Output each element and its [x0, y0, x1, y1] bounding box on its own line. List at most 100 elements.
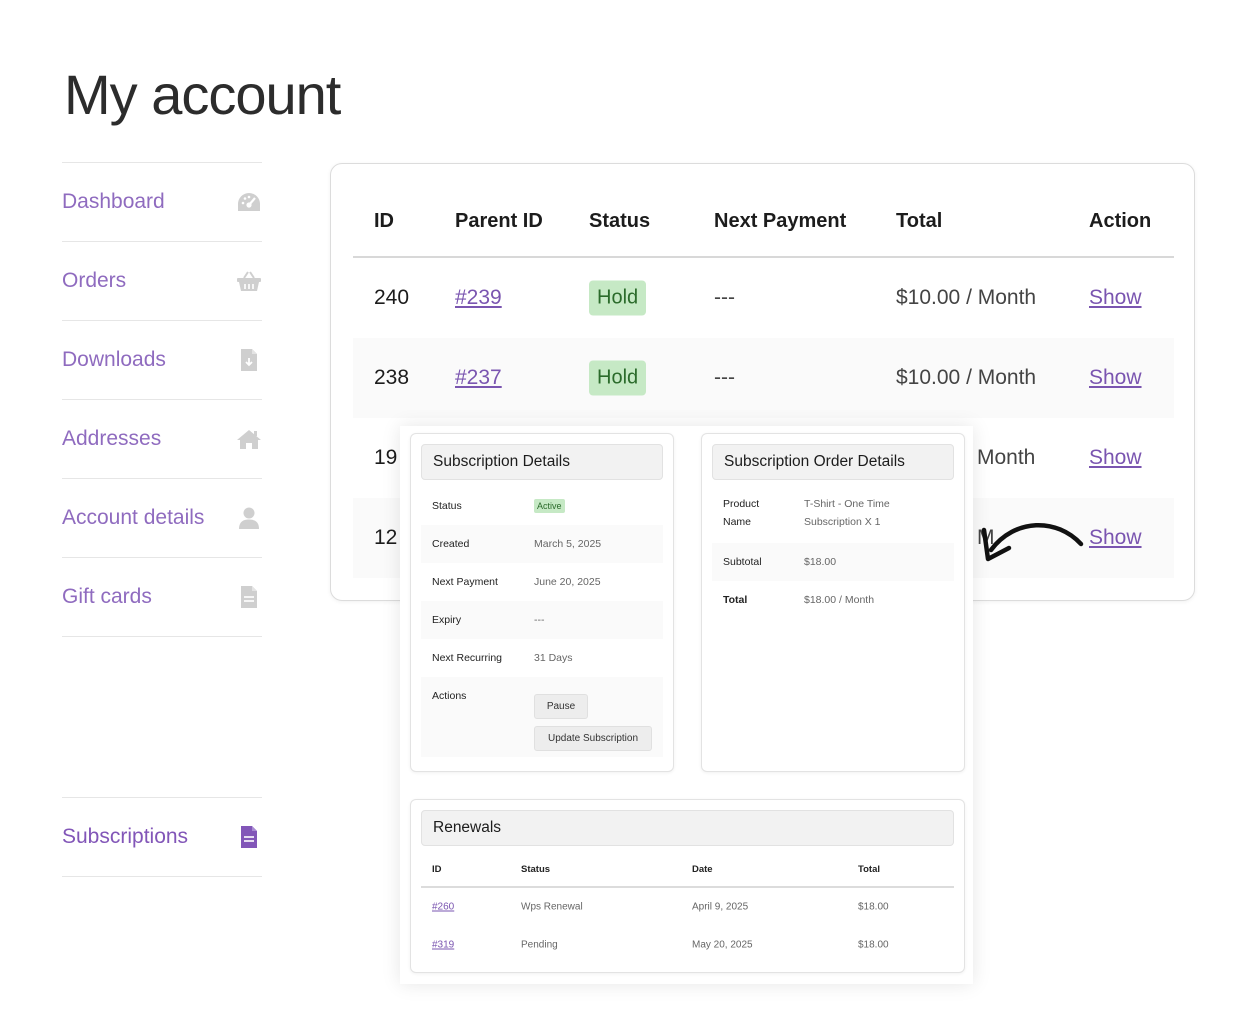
renewal-row: #260 Wps Renewal April 9, 2025 $18.00 — [421, 888, 954, 926]
detail-value: T-Shirt - One Time Subscription X 1 — [804, 495, 890, 531]
table-header: ID Parent ID Status Next Payment Total A… — [353, 192, 1174, 258]
renewals-header-id: ID — [432, 864, 442, 875]
sidebar-item-label: Subscriptions — [62, 825, 189, 848]
detail-label: Next Recurring — [432, 652, 503, 664]
order-details-box: Subscription Order Details Product Name T… — [701, 433, 965, 772]
renewal-status: Wps Renewal — [521, 901, 583, 913]
parent-order-link[interactable]: #239 — [455, 286, 502, 310]
sidebar-item-label: Dashboard — [62, 190, 165, 213]
detail-value: $18.00 / Month — [804, 594, 875, 606]
renewals-table-header: ID Status Date Total — [421, 864, 954, 888]
show-link[interactable]: Show — [1089, 366, 1142, 390]
detail-label: Created — [432, 538, 470, 550]
detail-value: --- — [534, 614, 545, 626]
column-header-total: Total — [896, 210, 943, 232]
renewals-header-date: Date — [692, 864, 713, 875]
detail-label: Total — [723, 594, 748, 606]
parent-order-link[interactable]: #237 — [455, 366, 502, 390]
column-header-next-payment: Next Payment — [714, 210, 847, 232]
column-header-action: Action — [1089, 210, 1152, 232]
total-value: Month — [977, 446, 1036, 469]
table-row: 240 #239 Hold --- $10.00 / Month Show — [353, 258, 1174, 338]
detail-value: Active — [534, 499, 565, 513]
sidebar-item-label: Addresses — [62, 427, 162, 450]
order-row-subtotal: Subtotal $18.00 — [712, 543, 954, 581]
sidebar-item-label: Downloads — [62, 348, 166, 371]
update-subscription-button[interactable]: Update Subscription — [534, 726, 652, 751]
show-link[interactable]: Show — [1089, 526, 1142, 550]
show-link[interactable]: Show — [1089, 286, 1142, 310]
detail-value: $18.00 — [804, 556, 837, 568]
document-icon — [236, 584, 262, 610]
detail-row-expiry: Expiry --- — [421, 601, 663, 639]
product-label-line: Product — [723, 498, 760, 510]
detail-label: Actions — [432, 690, 467, 702]
table-row: 238 #237 Hold --- $10.00 / Month Show — [353, 338, 1174, 418]
renewal-status: Pending — [521, 939, 558, 951]
sidebar-item-addresses[interactable]: Addresses — [62, 399, 262, 478]
product-label-line: Name — [723, 516, 752, 528]
detail-value: March 5, 2025 — [534, 538, 602, 550]
detail-row-created: Created March 5, 2025 — [421, 525, 663, 563]
next-payment-value: --- — [714, 366, 735, 389]
subscription-id: 240 — [374, 286, 410, 309]
detail-row-next-payment: Next Payment June 20, 2025 — [421, 563, 663, 601]
show-link[interactable]: Show — [1089, 446, 1142, 470]
nav-divider — [62, 876, 262, 877]
total-value: $10.00 / Month — [896, 286, 1037, 309]
renewal-total: $18.00 — [858, 901, 889, 913]
renewals-header-status: Status — [521, 864, 551, 875]
home-icon — [236, 426, 262, 452]
sidebar-item-account-details[interactable]: Account details — [62, 478, 262, 557]
renewal-total: $18.00 — [858, 939, 889, 951]
renewal-order-link[interactable]: #319 — [432, 940, 454, 951]
document-icon — [236, 824, 262, 850]
status-badge: Hold — [589, 280, 647, 316]
basket-icon — [236, 268, 262, 294]
sidebar-item-downloads[interactable]: Downloads — [62, 320, 262, 399]
total-value: $10.00 / Month — [896, 366, 1037, 389]
dashboard-gauge-icon — [236, 189, 262, 215]
column-header-parent-id: Parent ID — [455, 210, 543, 232]
order-row-product-name: Product Name T-Shirt - One Time Subscripti… — [712, 487, 954, 543]
renewals-title: Renewals — [421, 810, 954, 846]
sidebar-item-orders[interactable]: Orders — [62, 241, 262, 320]
renewal-order-link[interactable]: #260 — [432, 902, 454, 913]
detail-label: Product Name — [723, 495, 759, 531]
sidebar-item-label: Gift cards — [62, 585, 152, 608]
column-header-status: Status — [589, 210, 651, 232]
column-header-id: ID — [374, 210, 394, 232]
renewals-box: Renewals ID Status Date Total #260 Wps R… — [410, 799, 965, 973]
nav-divider — [62, 636, 262, 637]
detail-label: Status — [432, 500, 462, 512]
renewals-header-total: Total — [858, 864, 880, 875]
subscription-details-overlay: Subscription Details Status Active Creat… — [400, 426, 973, 984]
order-details-title: Subscription Order Details — [712, 444, 954, 480]
pause-button[interactable]: Pause — [534, 694, 588, 719]
sidebar-item-gift-cards[interactable]: Gift cards — [62, 557, 262, 636]
sidebar-item-subscriptions[interactable]: Subscriptions — [62, 797, 262, 876]
sidebar-item-label: Account details — [62, 506, 205, 529]
active-status-badge: Active — [534, 499, 565, 513]
detail-row-status: Status Active — [421, 487, 663, 525]
detail-value: June 20, 2025 — [534, 576, 601, 588]
detail-row-next-recurring: Next Recurring 31 Days — [421, 639, 663, 677]
product-value-line: T-Shirt - One Time — [804, 498, 890, 510]
sidebar-item-label: Orders — [62, 269, 127, 292]
subscription-id: 19 — [374, 446, 398, 469]
sidebar-item-dashboard[interactable]: Dashboard — [62, 162, 262, 241]
file-download-icon — [236, 347, 262, 373]
order-row-total: Total $18.00 / Month — [712, 581, 954, 619]
subscription-details-title: Subscription Details — [421, 444, 663, 480]
user-icon — [236, 505, 262, 531]
product-value-line: Subscription X 1 — [804, 516, 881, 528]
next-payment-value: --- — [714, 286, 735, 309]
status-badge: Hold — [589, 360, 647, 396]
detail-label: Subtotal — [723, 556, 762, 568]
subscription-id: 12 — [374, 526, 398, 549]
page-title: My account — [64, 63, 341, 126]
subscription-id: 238 — [374, 366, 410, 389]
detail-value: 31 Days — [534, 652, 573, 664]
detail-label: Expiry — [432, 614, 462, 626]
renewal-date: May 20, 2025 — [692, 939, 753, 951]
